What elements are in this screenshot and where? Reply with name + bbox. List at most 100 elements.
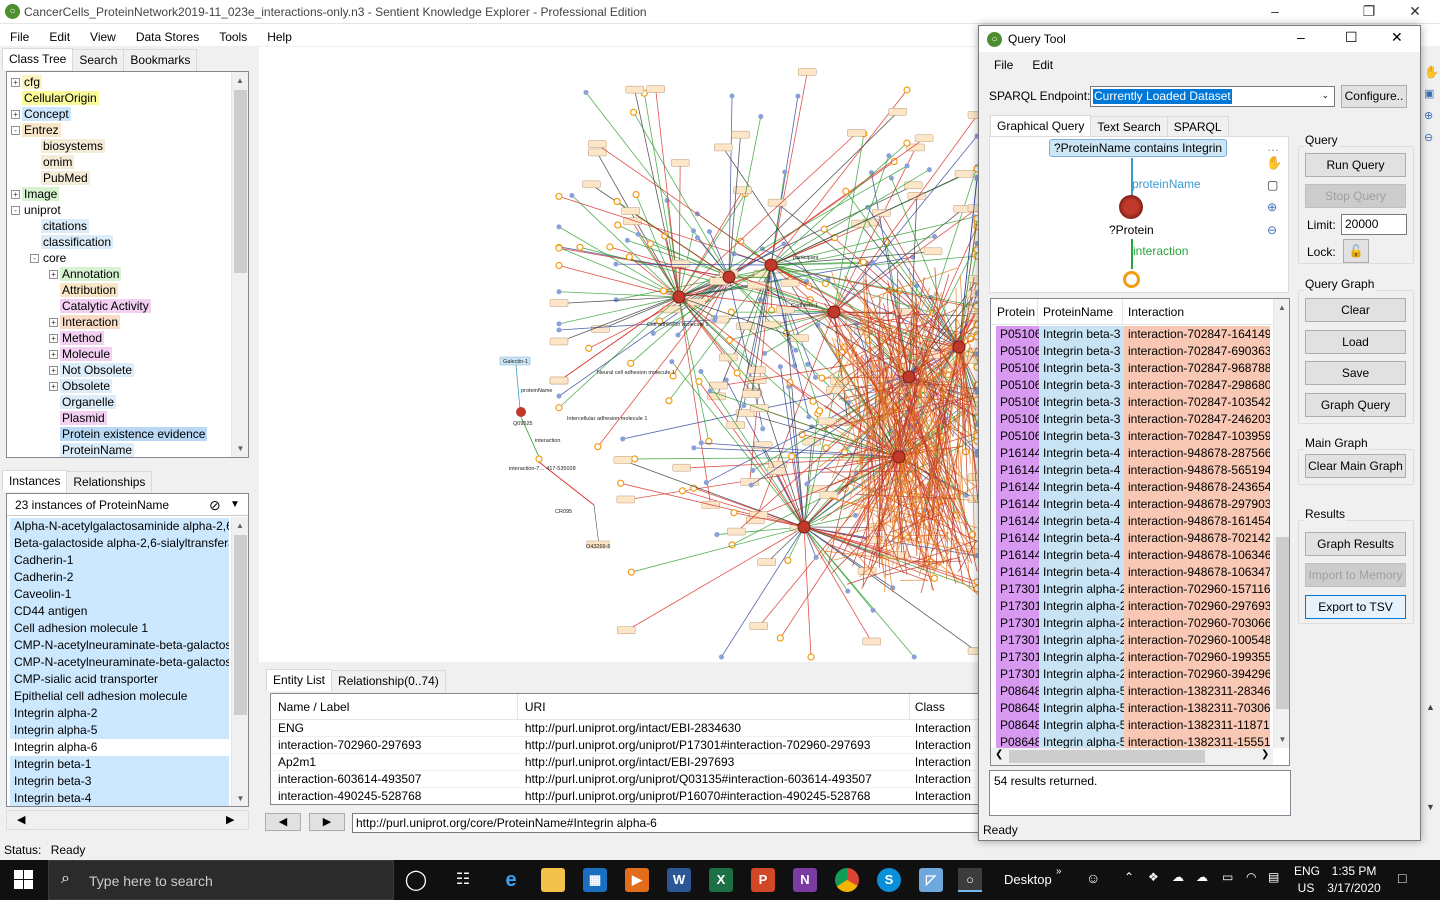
expand-icon[interactable]: + (11, 78, 20, 88)
expand-icon[interactable]: + (49, 270, 58, 280)
lock-icon[interactable]: 🔓 (1343, 239, 1369, 263)
scroll-right-icon[interactable]: ❯ (1261, 749, 1269, 760)
dropbox-icon[interactable]: ❖ (1148, 870, 1159, 884)
results-scrollbar[interactable]: ▲ ▼ (1273, 299, 1289, 748)
back-button[interactable]: ◀ (265, 813, 301, 831)
menu-file[interactable]: File (0, 26, 39, 44)
instance-item[interactable]: Integrin alpha-2 (10, 705, 229, 722)
scroll-up-icon[interactable]: ▲ (1426, 702, 1435, 712)
network-graph[interactable]: Galectin-1 proteinName Q09525 interaction in… (259, 47, 979, 662)
tree-item[interactable]: + Molecule (11, 346, 233, 362)
uri-bar[interactable]: http://purl.uniprot.org/core/ProteinName… (352, 813, 980, 833)
hand-icon[interactable]: ✋ (1266, 155, 1282, 171)
scroll-down-icon[interactable]: ▼ (1274, 731, 1289, 748)
scroll-up-icon[interactable]: ▲ (232, 517, 248, 534)
scroll-down-icon[interactable]: ▼ (232, 790, 248, 806)
tree-item[interactable]: biosystems (11, 138, 233, 154)
endpoint-select[interactable]: Currently Loaded Dataset ⌄ (1090, 86, 1335, 107)
tree-item[interactable]: + Image (11, 186, 233, 202)
zoom-in-icon[interactable]: ⊕ (1424, 109, 1433, 122)
graph-canvas[interactable]: Galectin-1 proteinName Q09525 interaction in… (259, 47, 979, 662)
entity-row[interactable]: interaction-490245-528768 http://purl.uni… (271, 788, 979, 804)
result-row[interactable]: P05106 Integrin beta-3 interaction-702847-… (996, 411, 1270, 428)
class-tree-scrollbar[interactable]: ▲ ▼ (231, 72, 248, 457)
results-hscroll[interactable]: ❮ ❯ (991, 748, 1273, 765)
tree-item[interactable]: Protein existence evidence (11, 426, 233, 442)
scroll-down-icon[interactable]: ▼ (232, 440, 248, 457)
expand-icon[interactable]: + (49, 382, 58, 392)
col-uri-header[interactable]: URI (518, 694, 910, 719)
tree-item[interactable]: Plasmid (11, 410, 233, 426)
entity-row[interactable]: interaction-603614-493507 http://purl.uni… (271, 771, 979, 788)
tree-item[interactable]: omim (11, 154, 233, 170)
entity-row[interactable]: interaction-702960-297693 http://purl.uni… (271, 737, 979, 754)
qt-minimize-icon[interactable]: – (1297, 29, 1305, 45)
entity-row[interactable]: Ap2m1 http://purl.uniprot.org/intact/EBI-… (271, 754, 979, 771)
tree-item[interactable]: citations (11, 218, 233, 234)
store-icon[interactable]: ▦ (583, 868, 607, 892)
result-row[interactable]: P05106 Integrin beta-3 interaction-702847-… (996, 377, 1270, 394)
scroll-thumb[interactable] (234, 90, 247, 273)
instance-item[interactable]: CMP-N-acetylneuraminate-beta-galactosam.… (10, 637, 229, 654)
tree-item[interactable]: - Entrez (11, 122, 233, 138)
tab-relationship[interactable]: Relationship(0..74) (331, 670, 446, 692)
clear-filter-icon[interactable]: ⊘ (209, 494, 221, 516)
cloud-sync-icon[interactable]: ☁ (1196, 870, 1208, 884)
result-row[interactable]: P17301 Integrin alpha-2 interaction-702960… (996, 615, 1270, 632)
display-icon[interactable]: ▤ (1268, 870, 1279, 884)
scroll-thumb[interactable] (234, 535, 247, 715)
tab-text-search[interactable]: Text Search (1090, 116, 1168, 138)
scroll-up-icon[interactable]: ▲ (1274, 299, 1289, 316)
tab-search[interactable]: Search (72, 49, 125, 71)
excel-icon[interactable]: X (709, 868, 733, 892)
menu-tools[interactable]: Tools (209, 26, 257, 44)
configure-button[interactable]: Configure.. (1341, 85, 1407, 108)
instance-item[interactable]: Integrin alpha-6 (10, 739, 229, 756)
expand-icon[interactable]: + (11, 190, 20, 200)
fit-icon[interactable]: ▣ (1424, 87, 1434, 100)
expand-icon[interactable]: + (49, 334, 58, 344)
tab-graphical-query[interactable]: Graphical Query (990, 115, 1092, 137)
word-icon[interactable]: W (667, 868, 691, 892)
powerpoint-icon[interactable]: P (751, 868, 775, 892)
col-class-header[interactable]: Class (910, 694, 979, 719)
export-tsv-button[interactable]: Export to TSV (1305, 595, 1406, 619)
tree-item[interactable]: Organelle (11, 394, 233, 410)
tree-item[interactable]: + Annotation (11, 266, 233, 282)
qt-close-icon[interactable]: ✕ (1391, 29, 1403, 46)
expand-icon[interactable]: + (49, 350, 58, 360)
scroll-right-icon[interactable]: ▶ (226, 813, 234, 826)
cortana-icon[interactable]: ◯ (404, 868, 428, 892)
cloud-icon[interactable]: ☁ (1172, 870, 1184, 884)
result-row[interactable]: P16144 Integrin beta-4 interaction-948678-… (996, 479, 1270, 496)
tree-item[interactable]: - core (11, 250, 233, 266)
app-icon[interactable]: ◸ (919, 868, 943, 892)
menu-view[interactable]: View (80, 26, 126, 44)
tree-item[interactable]: + Interaction (11, 314, 233, 330)
tab-sparql[interactable]: SPARQL (1166, 116, 1229, 138)
tree-item[interactable]: Attribution (11, 282, 233, 298)
instance-item[interactable]: Cell adhesion molecule 1 (10, 620, 229, 637)
col-name-header[interactable]: Name / Label (271, 694, 518, 719)
col-proteinname-header[interactable]: ProteinName (1038, 299, 1123, 324)
clear-main-graph-button[interactable]: Clear Main Graph (1305, 454, 1406, 478)
import-to-memory-button[interactable]: Import to Memory (1305, 563, 1406, 587)
menu-help[interactable]: Help (257, 26, 302, 44)
media-player-icon[interactable]: ▶ (625, 868, 649, 892)
result-row[interactable]: P08648 Integrin alpha-5 interaction-138231… (996, 700, 1270, 717)
instance-item[interactable]: Beta-galactoside alpha-2,6-sialyltransfe… (10, 535, 229, 552)
zoom-out-icon[interactable]: ⊖ (1424, 131, 1433, 144)
instance-item[interactable]: Integrin beta-1 (10, 756, 229, 773)
menu-edit[interactable]: Edit (39, 26, 80, 44)
hand-icon[interactable]: ✋ (1424, 65, 1439, 79)
desktop-toolbar-label[interactable]: Desktop (1004, 872, 1052, 887)
col-interaction-header[interactable]: Interaction (1123, 299, 1271, 324)
result-row[interactable]: P16144 Integrin beta-4 interaction-948678-… (996, 547, 1270, 564)
instance-item[interactable]: Integrin beta-3 (10, 773, 229, 790)
instances-hscroll[interactable]: ◀ ▶ (6, 810, 249, 830)
instance-item[interactable]: Alpha-N-acetylgalactosaminide alpha-2,6-… (10, 518, 229, 535)
expand-icon[interactable]: + (49, 366, 58, 376)
result-row[interactable]: P16144 Integrin beta-4 interaction-948678-… (996, 445, 1270, 462)
query-graph-canvas[interactable]: ?ProteinName contains Integrin proteinNa… (989, 136, 1289, 293)
zoom-in-icon[interactable]: ⊕ (1267, 200, 1277, 214)
